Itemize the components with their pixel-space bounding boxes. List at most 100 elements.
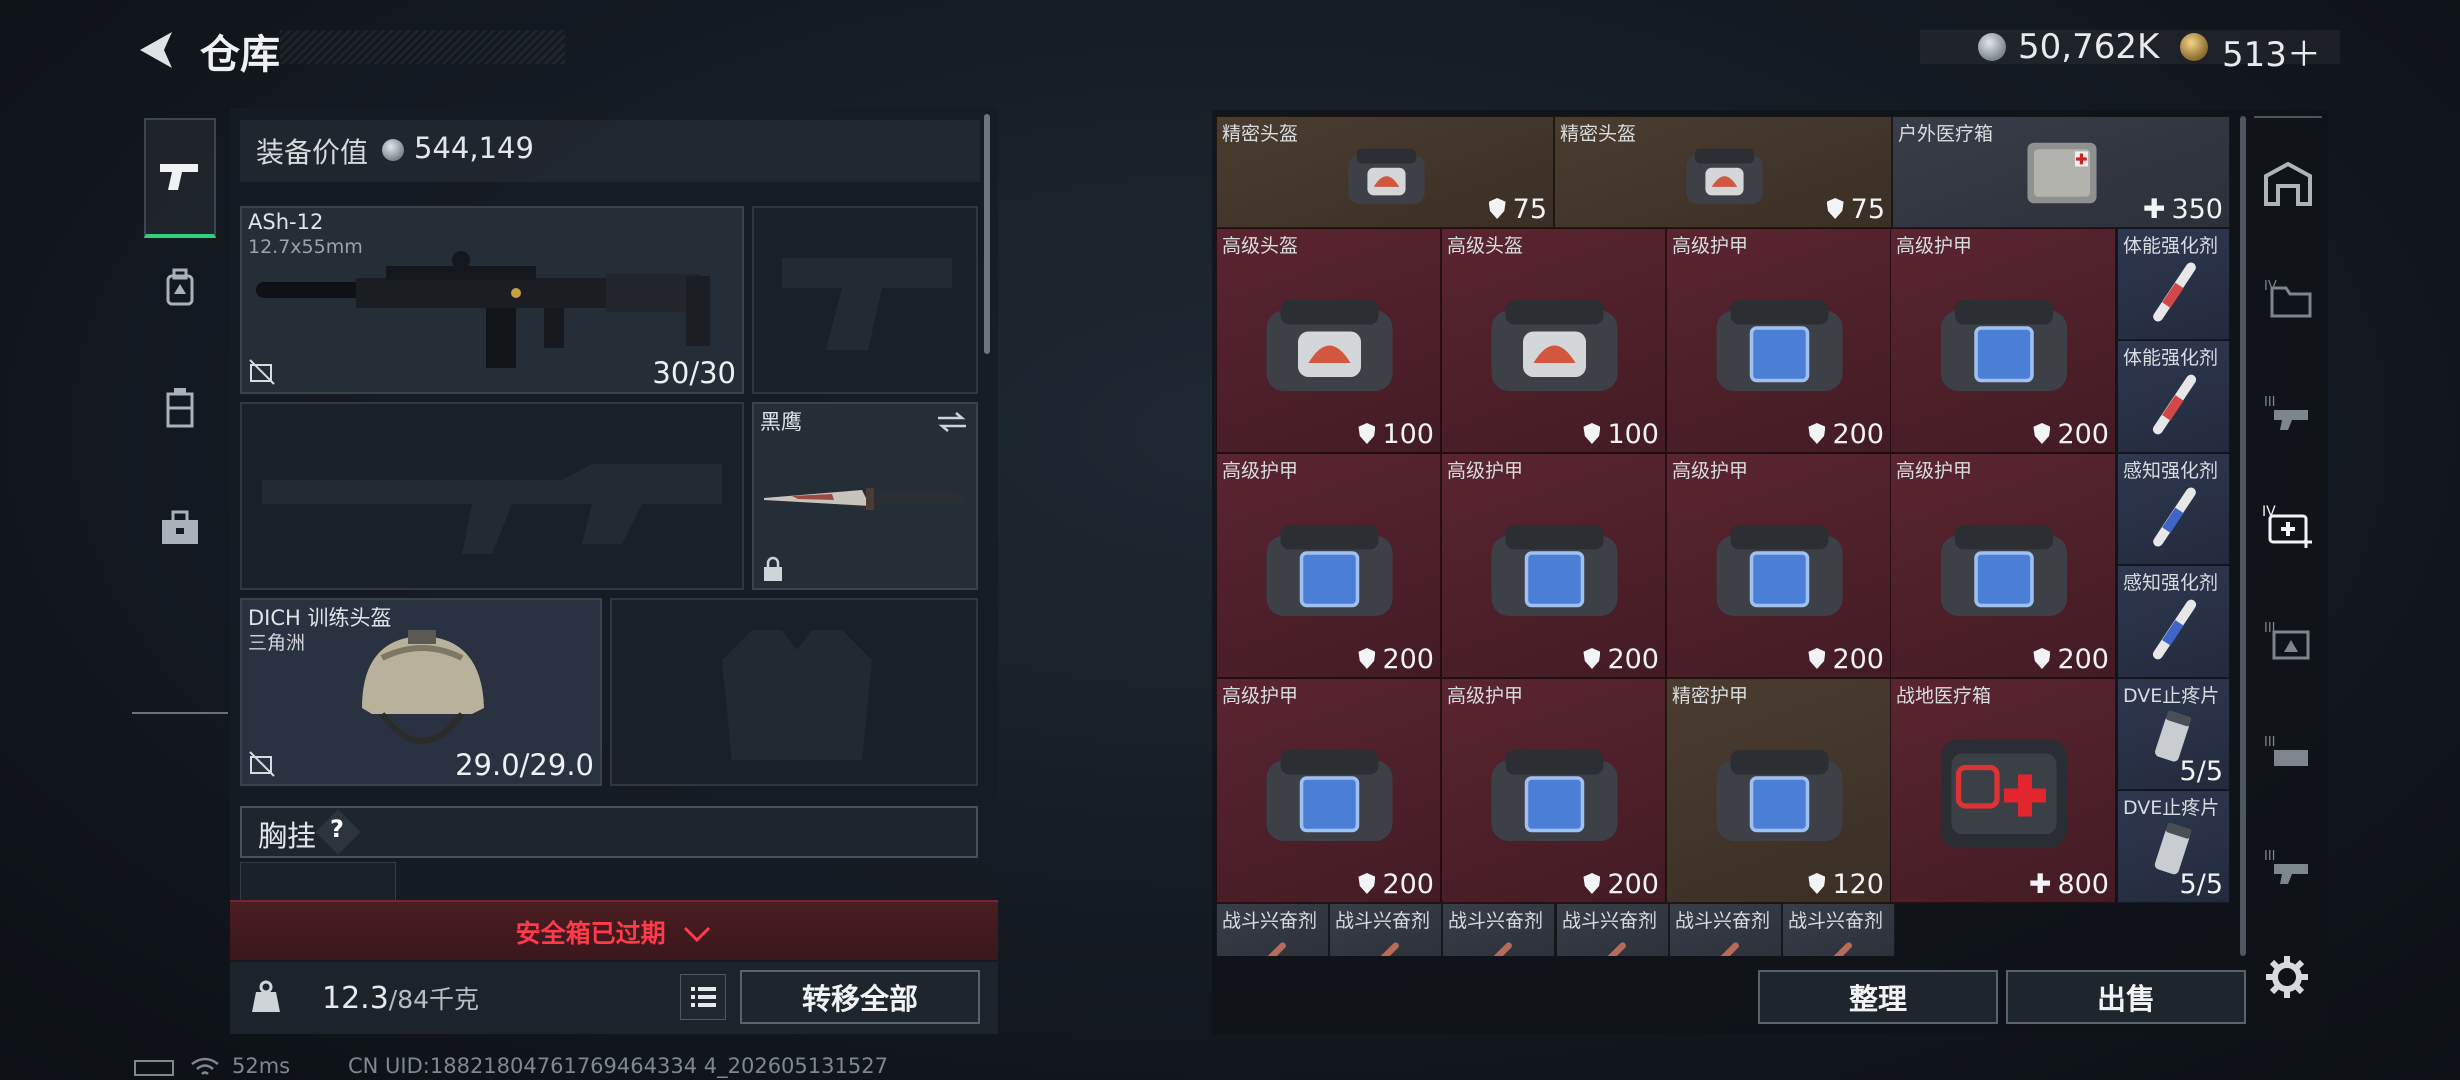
nav-stash-folder-4[interactable]: IV <box>2254 242 2322 354</box>
stash-item-value-text: 100 <box>1382 419 1434 450</box>
nav-backpack[interactable] <box>144 228 216 348</box>
chest-rig-icon <box>166 388 194 428</box>
weapon-name: ASh-12 <box>248 210 324 234</box>
safebox-expired-text: 安全箱已过期 <box>515 919 666 948</box>
primary-weapon-slot[interactable]: ASh-12 12.7x55mm 30/30 <box>240 206 744 394</box>
stash-item-value-text: 350 <box>2171 194 2223 225</box>
stash-item-value-text: 200 <box>1607 644 1659 675</box>
stash-item[interactable]: 户外医疗箱 ✚ 350 <box>1892 116 2230 228</box>
stash-item[interactable]: 高级头盔 100 <box>1216 228 1441 453</box>
stash-item[interactable]: 高级护甲 200 <box>1890 453 2116 678</box>
field-medkit-image <box>1941 739 2067 848</box>
armor-silhouette-icon <box>722 630 872 760</box>
stash-category-nav: IV III IV III III III <box>2254 116 2322 936</box>
safebox-expired-banner[interactable]: 安全箱已过期 <box>230 900 998 960</box>
no-repair-icon <box>249 751 275 777</box>
helmet-slot[interactable]: DICH 训练头盔 三角洲 29.0/29.0 <box>240 598 602 786</box>
folder-icon: IV <box>2264 279 2312 318</box>
stash-item[interactable]: 高级护甲 200 <box>1441 678 1666 903</box>
stash-item[interactable]: 战斗兴奋剂 <box>1442 903 1555 956</box>
list-view-button[interactable] <box>680 974 726 1020</box>
stash-item[interactable]: 精密护甲 120 <box>1666 678 1891 903</box>
stash-item-value: 200 <box>1583 869 1659 900</box>
swap-icon[interactable] <box>936 410 968 434</box>
no-repair-icon <box>249 359 275 385</box>
nav-stash-weapons-3[interactable]: III <box>2254 356 2322 468</box>
stash-item[interactable]: 高级护甲 200 <box>1666 228 1891 453</box>
durability-shield-icon <box>2033 423 2051 444</box>
nav-stash-medical-4[interactable]: IV <box>2254 470 2322 582</box>
stash-item[interactable]: 感知强化剂 <box>2117 453 2230 565</box>
svg-text:III: III <box>2264 849 2276 864</box>
silver-currency-value[interactable]: 50,762K <box>2018 27 2159 67</box>
stash-item-value: 200 <box>1808 419 1884 450</box>
stash-item-name: 高级护甲 <box>1672 460 1749 482</box>
helmet-durability: 29.0/29.0 <box>455 748 594 782</box>
stash-item[interactable]: 战斗兴奋剂 <box>1669 903 1782 956</box>
gold-currency-value[interactable]: 513＋ <box>2222 27 2321 76</box>
stash-item[interactable]: 高级头盔 100 <box>1441 228 1666 453</box>
stash-item[interactable]: 精密头盔 75 <box>1554 116 1892 228</box>
stash-item[interactable]: 战地医疗箱 ✚ 800 <box>1890 678 2116 903</box>
stash-item[interactable]: 战斗兴奋剂 <box>1556 903 1669 956</box>
nav-stash-backpack-3[interactable]: III <box>2254 584 2322 696</box>
stash-item-value: 5/5 <box>2180 756 2223 787</box>
stash-item-name: DVE止疼片 <box>2123 797 2220 819</box>
stash-item[interactable]: 体能强化剂 <box>2117 228 2230 340</box>
stash-scrollbar[interactable] <box>2240 116 2246 956</box>
stash-item[interactable]: 高级护甲 200 <box>1441 453 1666 678</box>
stash-item[interactable]: 战斗兴奋剂 <box>1782 903 1895 956</box>
settings-gear-icon[interactable] <box>2262 952 2312 1002</box>
stash-item[interactable]: 高级护甲 200 <box>1890 228 2116 453</box>
loadout-scrollbar[interactable] <box>984 114 990 354</box>
stash-item-name: 高级护甲 <box>1672 235 1749 257</box>
stash-item-value: 200 <box>2033 419 2109 450</box>
back-arrow-icon[interactable] <box>132 28 182 72</box>
sort-button[interactable]: 整理 <box>1758 970 1998 1024</box>
list-icon <box>691 987 716 1007</box>
melee-slot[interactable]: 黑鹰 <box>752 402 978 590</box>
backpack-icon <box>166 268 194 306</box>
body-armor-slot-empty[interactable] <box>610 598 978 786</box>
stash-item-value: 120 <box>1808 869 1884 900</box>
pistol-icon <box>160 164 198 190</box>
stash-item[interactable]: DVE止疼片 5/5 <box>2117 678 2230 790</box>
stash-item[interactable]: 高级护甲 200 <box>1666 453 1891 678</box>
stash-item-value-text: 200 <box>1607 869 1659 900</box>
stash-item[interactable]: 战斗兴奋剂 <box>1329 903 1442 956</box>
armor-case-image <box>1716 300 1843 391</box>
weapon-ammo-count: 30/30 <box>652 356 736 390</box>
carry-weight: 12.3/84千克 <box>322 980 479 1016</box>
nav-weapons[interactable] <box>144 118 216 238</box>
secondary-weapon-slot-empty[interactable] <box>240 402 744 590</box>
stash-item[interactable]: 战斗兴奋剂 <box>1216 903 1329 956</box>
transfer-all-button[interactable]: 转移全部 <box>740 970 980 1024</box>
stash-item[interactable]: 高级护甲 200 <box>1216 678 1441 903</box>
stash-item[interactable]: DVE止疼片 5/5 <box>2117 790 2230 903</box>
lock-icon <box>764 556 782 581</box>
stash-item-value: 200 <box>2033 644 2109 675</box>
sell-button[interactable]: 出售 <box>2006 970 2246 1024</box>
nav-stash-ammo-3[interactable]: III <box>2254 698 2322 810</box>
armor-case-image <box>1491 750 1618 841</box>
stash-item[interactable]: 高级护甲 200 <box>1216 453 1441 678</box>
equipment-value-label: 装备价值 <box>256 136 369 169</box>
weapon-folder-icon: III <box>2264 395 2308 430</box>
stash-item-value-text: 75 <box>1850 194 1885 225</box>
sidearm-slot-empty[interactable] <box>752 206 978 394</box>
nav-stash-misc-3[interactable]: III <box>2254 812 2322 924</box>
nav-chest-rig[interactable] <box>144 348 216 468</box>
misc-folder-icon: III <box>2264 849 2308 884</box>
svg-text:IV: IV <box>2262 504 2276 520</box>
stash-item[interactable]: 感知强化剂 <box>2117 565 2230 678</box>
wifi-icon <box>191 1057 219 1075</box>
stash-item[interactable]: 精密头盔 75 <box>1216 116 1554 228</box>
armor-case-image <box>1716 525 1843 616</box>
ping-value: 52ms <box>232 1054 291 1078</box>
silver-coin-icon <box>382 139 404 161</box>
stash-item[interactable]: 体能强化剂 <box>2117 340 2230 453</box>
nav-stash-all[interactable] <box>2254 128 2322 240</box>
durability-shield-icon <box>1488 198 1506 219</box>
ammo-folder-icon: III <box>2264 735 2308 766</box>
nav-case[interactable] <box>144 468 216 588</box>
